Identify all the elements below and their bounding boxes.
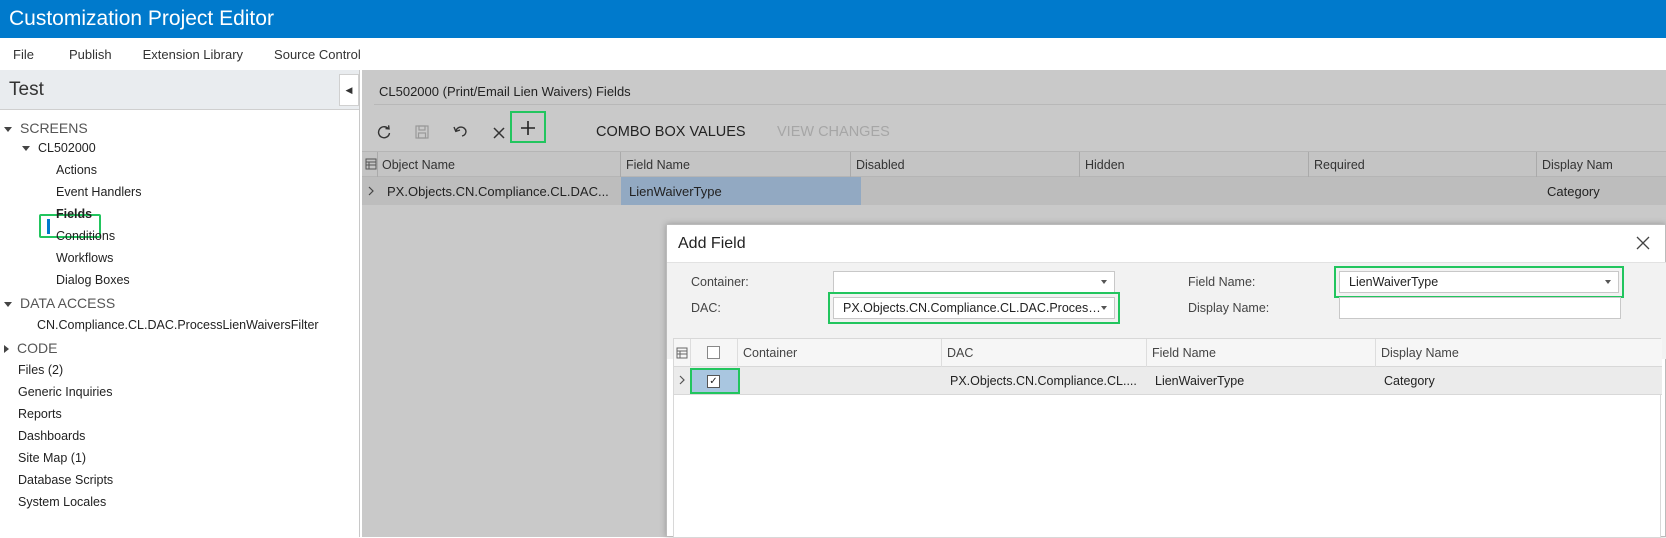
chevron-down-icon[interactable]	[1101, 280, 1107, 284]
collapse-pane-button[interactable]: ◀	[339, 74, 359, 106]
cell-field-name[interactable]: LienWaiverType	[629, 184, 722, 199]
undo-icon[interactable]	[444, 118, 476, 150]
page-title: CL502000 (Print/Email Lien Waivers) Fiel…	[379, 84, 631, 99]
row-checkbox-checked[interactable]: ✓	[707, 375, 720, 388]
save-icon[interactable]	[406, 118, 438, 150]
col-container[interactable]: Container	[743, 346, 797, 360]
column-separator	[941, 339, 942, 367]
display-name-label: Display Name:	[1188, 301, 1270, 315]
refresh-icon[interactable]	[368, 118, 400, 150]
container-select[interactable]	[833, 271, 1115, 293]
tree-item-actions[interactable]: Actions	[56, 163, 97, 177]
column-separator	[377, 152, 378, 178]
column-separator	[620, 152, 621, 178]
grid-settings-icon[interactable]	[676, 347, 688, 359]
col-dac[interactable]: DAC	[947, 346, 973, 360]
tree-code[interactable]: CODE	[4, 340, 57, 356]
caret-down-icon[interactable]	[22, 146, 30, 152]
tree-item-workflows[interactable]: Workflows	[56, 251, 113, 265]
add-icon[interactable]	[510, 111, 546, 143]
col-field-name[interactable]: Field Name	[626, 158, 690, 172]
dac-label: DAC:	[691, 301, 721, 315]
cell-object-name[interactable]: PX.Objects.CN.Compliance.CL.DAC...	[387, 184, 609, 199]
title-divider	[374, 104, 1666, 105]
menu-publish[interactable]: Publish	[69, 47, 112, 62]
tree-item-event-handlers[interactable]: Event Handlers	[56, 185, 141, 199]
column-separator	[1308, 152, 1309, 178]
field-name-label: Field Name:	[1188, 275, 1256, 289]
tree-item-reports[interactable]: Reports	[18, 407, 62, 421]
tree-item-dashboards[interactable]: Dashboards	[18, 429, 85, 443]
project-tree-pane: Test ◀ SCREENS CL502000 Actions Event Ha…	[0, 70, 360, 537]
tree-data-access[interactable]: DATA ACCESS	[4, 295, 115, 311]
tree-item-dac[interactable]: CN.Compliance.CL.DAC.ProcessLienWaiversF…	[37, 318, 319, 332]
col-display-name[interactable]: Display Nam	[1542, 158, 1613, 172]
tree-item-generic-inquiries[interactable]: Generic Inquiries	[18, 385, 113, 399]
cell-dac[interactable]: PX.Objects.CN.Compliance.CL....	[950, 374, 1137, 388]
dialog-grid-header: Container DAC Field Name Display Name	[674, 339, 1662, 367]
tree-screen-cl502000[interactable]: CL502000	[22, 141, 96, 155]
menu-file[interactable]: File	[13, 47, 34, 62]
tree-item-files[interactable]: Files (2)	[18, 363, 63, 377]
combo-box-values-button[interactable]: COMBO BOX VALUES	[596, 124, 746, 140]
menu-bar: File Publish Extension Library Source Co…	[0, 38, 1666, 70]
caret-down-icon[interactable]	[4, 126, 12, 132]
dac-select[interactable]: PX.Objects.CN.Compliance.CL.DAC.Proces…	[828, 292, 1120, 324]
cell-display-name[interactable]: Category	[1547, 184, 1600, 199]
project-header: Test ◀	[0, 70, 359, 110]
tree-item-fields[interactable]: Fields	[56, 207, 92, 221]
fields-grid-header: Object Name Field Name Disabled Hidden R…	[362, 151, 1666, 178]
cell-field-name[interactable]: LienWaiverType	[1155, 374, 1244, 388]
app-title: Customization Project Editor	[0, 0, 1666, 38]
col-hidden[interactable]: Hidden	[1085, 158, 1125, 172]
tree-item-dialog-boxes[interactable]: Dialog Boxes	[56, 273, 130, 287]
column-separator	[1536, 152, 1537, 178]
tree-item-system-locales[interactable]: System Locales	[18, 495, 106, 509]
chevron-right-icon[interactable]	[365, 185, 377, 197]
tree-item-conditions[interactable]: Conditions	[56, 229, 115, 243]
display-name-input[interactable]	[1339, 297, 1621, 319]
close-icon[interactable]	[1636, 234, 1650, 255]
column-separator	[1146, 339, 1147, 367]
table-row[interactable]: PX.Objects.CN.Compliance.CL.DAC... LienW…	[362, 177, 1666, 205]
chevron-right-icon[interactable]	[676, 374, 688, 386]
dialog-fields-grid: Container DAC Field Name Display Name ✓ …	[673, 338, 1662, 538]
select-all-checkbox[interactable]	[707, 346, 720, 359]
column-separator	[1079, 152, 1080, 178]
chevron-down-icon[interactable]	[1605, 280, 1611, 284]
tree-item-database-scripts[interactable]: Database Scripts	[18, 473, 113, 487]
caret-down-icon[interactable]	[4, 301, 12, 307]
column-separator	[737, 339, 738, 367]
view-changes-button[interactable]: VIEW CHANGES	[777, 124, 890, 140]
tree-screens[interactable]: SCREENS	[4, 120, 88, 136]
field-name-select[interactable]: LienWaiverType	[1334, 266, 1624, 298]
dialog-title: Add Field	[678, 235, 746, 252]
col-field-name[interactable]: Field Name	[1152, 346, 1216, 360]
col-display-name[interactable]: Display Name	[1381, 346, 1459, 360]
menu-extension-library[interactable]: Extension Library	[143, 47, 243, 62]
table-row[interactable]: ✓ PX.Objects.CN.Compliance.CL.... LienWa…	[674, 367, 1662, 395]
chevron-down-icon[interactable]	[1101, 306, 1107, 310]
caret-right-icon[interactable]	[4, 345, 9, 354]
container-label: Container:	[691, 275, 749, 289]
col-required[interactable]: Required	[1314, 158, 1365, 172]
menu-source-control[interactable]: Source Control	[274, 47, 361, 62]
selection-indicator	[47, 219, 50, 234]
project-name: Test	[9, 79, 44, 100]
column-separator	[690, 339, 691, 367]
col-object-name[interactable]: Object Name	[382, 158, 455, 172]
selected-checkbox-cell[interactable]: ✓	[690, 368, 740, 394]
column-separator	[850, 152, 851, 178]
grid-settings-icon[interactable]	[365, 158, 377, 170]
add-field-dialog: Add Field Container: DAC: PX.Objects.CN.…	[666, 224, 1666, 538]
col-disabled[interactable]: Disabled	[856, 158, 905, 172]
tree-item-site-map[interactable]: Site Map (1)	[18, 451, 86, 465]
column-separator	[1375, 339, 1376, 367]
cell-display-name[interactable]: Category	[1384, 374, 1435, 388]
